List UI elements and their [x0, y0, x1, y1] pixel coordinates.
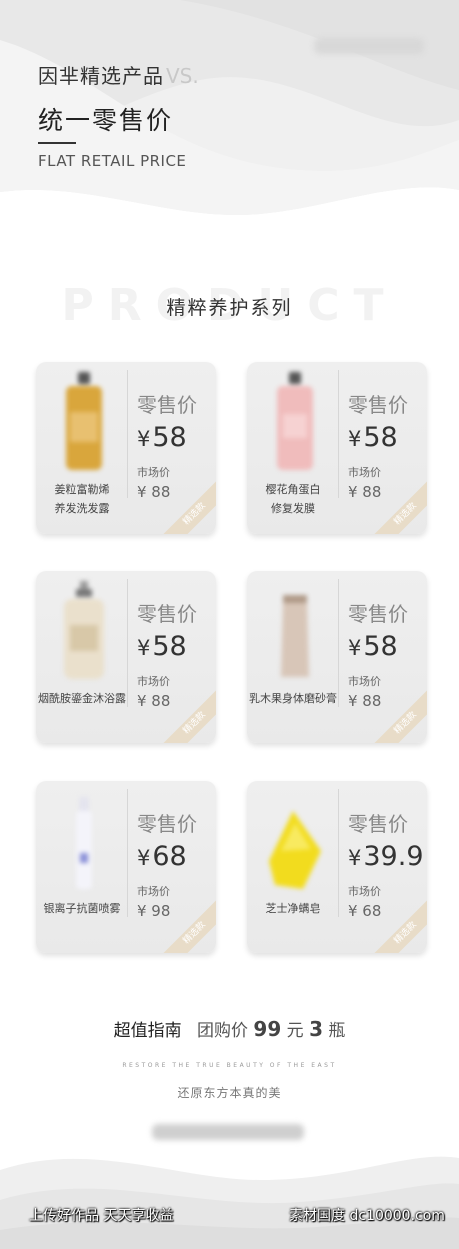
retail-price-value: 58	[363, 422, 398, 453]
currency-symbol: ¥	[348, 846, 362, 870]
bottle-count: 3	[309, 1017, 323, 1041]
market-price: ¥ 88	[137, 483, 171, 501]
headline-main: 统一零售价	[38, 106, 174, 135]
product-name-line1: 芝士净螨皂	[265, 902, 321, 915]
card-divider	[338, 370, 339, 498]
retail-price-label: 零售价	[348, 393, 408, 417]
product-name-line1: 银离子抗菌喷雾	[43, 902, 121, 915]
group-price-unit: 元	[286, 1021, 304, 1041]
retail-price: ¥58	[348, 422, 398, 453]
market-price-label: 市场价	[137, 466, 170, 479]
card-divider	[127, 370, 128, 498]
card-divider	[338, 579, 339, 707]
market-price-label: 市场价	[348, 885, 381, 898]
currency-symbol: ¥	[348, 636, 362, 660]
market-price-label: 市场价	[137, 885, 170, 898]
product-image-spray	[76, 797, 92, 889]
market-price-label: 市场价	[348, 675, 381, 688]
product-name: 樱花角蛋白 修复发膜	[249, 480, 337, 518]
footer-wave-background	[0, 1156, 459, 1249]
market-price: ¥ 68	[348, 902, 382, 920]
product-name-line1: 乳木果身体磨砂膏	[249, 692, 337, 705]
restore-tagline: RESTORE THE TRUE BEAUTY OF THE EAST	[122, 1062, 337, 1069]
card-divider	[338, 789, 339, 917]
product-name-line2: 养发洗发露	[54, 502, 110, 515]
product-name: 烟酰胺鎏金沐浴露	[38, 689, 126, 708]
retail-price: ¥39.9	[348, 841, 424, 872]
retail-price-label: 零售价	[348, 812, 408, 836]
retail-price-label: 零售价	[137, 393, 197, 417]
retail-price-value: 58	[152, 422, 187, 453]
value-guide-label: 超值指南	[113, 1021, 182, 1041]
headline-subtitle: FLAT RETAIL PRICE	[38, 152, 187, 170]
retail-price: ¥68	[137, 841, 187, 872]
retail-price-value: 58	[363, 631, 398, 662]
blurred-contact-info	[152, 1124, 304, 1140]
market-price: ¥ 98	[137, 902, 171, 920]
slogan: 还原东方本真的美	[177, 1086, 282, 1100]
market-price: ¥ 88	[348, 692, 382, 710]
retail-price-label: 零售价	[137, 602, 197, 626]
section-title: 精粹养护系列	[166, 297, 293, 319]
product-card[interactable]: 银离子抗菌喷雾 零售价 ¥68 市场价 ¥ 98 精选款	[36, 781, 216, 953]
product-image-hair-mask	[277, 372, 313, 470]
currency-symbol: ¥	[137, 846, 151, 870]
product-card[interactable]: 芝士净螨皂 零售价 ¥39.9 市场价 ¥ 68 精选款	[247, 781, 427, 953]
card-divider	[127, 789, 128, 917]
market-price: ¥ 88	[137, 692, 171, 710]
currency-symbol: ¥	[348, 427, 362, 451]
product-name: 银离子抗菌喷雾	[38, 899, 126, 918]
retail-price-value: 39.9	[363, 841, 424, 872]
market-price-label: 市场价	[137, 675, 170, 688]
watermark-right: 素材国度 dc10000.com	[289, 1208, 445, 1224]
product-name-line2: 修复发膜	[271, 502, 315, 515]
currency-symbol: ¥	[137, 427, 151, 451]
market-price-label: 市场价	[348, 466, 381, 479]
retail-price: ¥58	[348, 631, 398, 662]
product-image-shampoo	[66, 372, 102, 470]
value-guide: 超值指南 团购价 99 元 3 瓶	[0, 1016, 459, 1041]
product-card[interactable]: 烟酰胺鎏金沐浴露 零售价 ¥58 市场价 ¥ 88 精选款	[36, 571, 216, 743]
headline-divider	[38, 142, 76, 144]
headline-vs: VS.	[166, 64, 199, 88]
watermark-left: 上传好作品 天天享收益	[29, 1208, 174, 1224]
product-name: 乳木果身体磨砂膏	[249, 689, 337, 708]
product-name: 芝士净螨皂	[249, 899, 337, 918]
product-name-line1: 姜粒富勒烯	[54, 483, 110, 496]
product-name-line1: 樱花角蛋白	[265, 483, 321, 496]
retail-price: ¥58	[137, 422, 187, 453]
retail-price-label: 零售价	[137, 812, 197, 836]
product-card[interactable]: 樱花角蛋白 修复发膜 零售价 ¥58 市场价 ¥ 88 精选款	[247, 362, 427, 534]
card-divider	[127, 579, 128, 707]
product-image-soap	[269, 811, 321, 889]
retail-price-value: 68	[152, 841, 187, 872]
group-price-value: 99	[253, 1017, 282, 1041]
product-name: 姜粒富勒烯养发洗发露	[38, 480, 126, 518]
retail-price-value: 58	[152, 631, 187, 662]
product-name-line1: 烟酰胺鎏金沐浴露	[38, 692, 126, 705]
headline-line1-text: 因芈精选产品	[38, 64, 164, 88]
product-card[interactable]: 乳木果身体磨砂膏 零售价 ¥58 市场价 ¥ 88 精选款	[247, 571, 427, 743]
product-card[interactable]: 姜粒富勒烯 养发洗发露 零售价 ¥58 市场价 ¥ 88 精选款	[36, 362, 216, 534]
retail-price-label: 零售价	[348, 602, 408, 626]
blurred-header-logo	[314, 38, 424, 54]
retail-price: ¥58	[137, 631, 187, 662]
bottle-count-unit: 瓶	[328, 1021, 346, 1041]
headline-line1: 因芈精选产品 VS.	[38, 60, 199, 89]
market-price: ¥ 88	[348, 483, 382, 501]
group-price-label: 团购价	[197, 1021, 248, 1041]
currency-symbol: ¥	[137, 636, 151, 660]
product-image-body-scrub	[281, 595, 309, 677]
product-image-body-wash	[64, 581, 104, 679]
